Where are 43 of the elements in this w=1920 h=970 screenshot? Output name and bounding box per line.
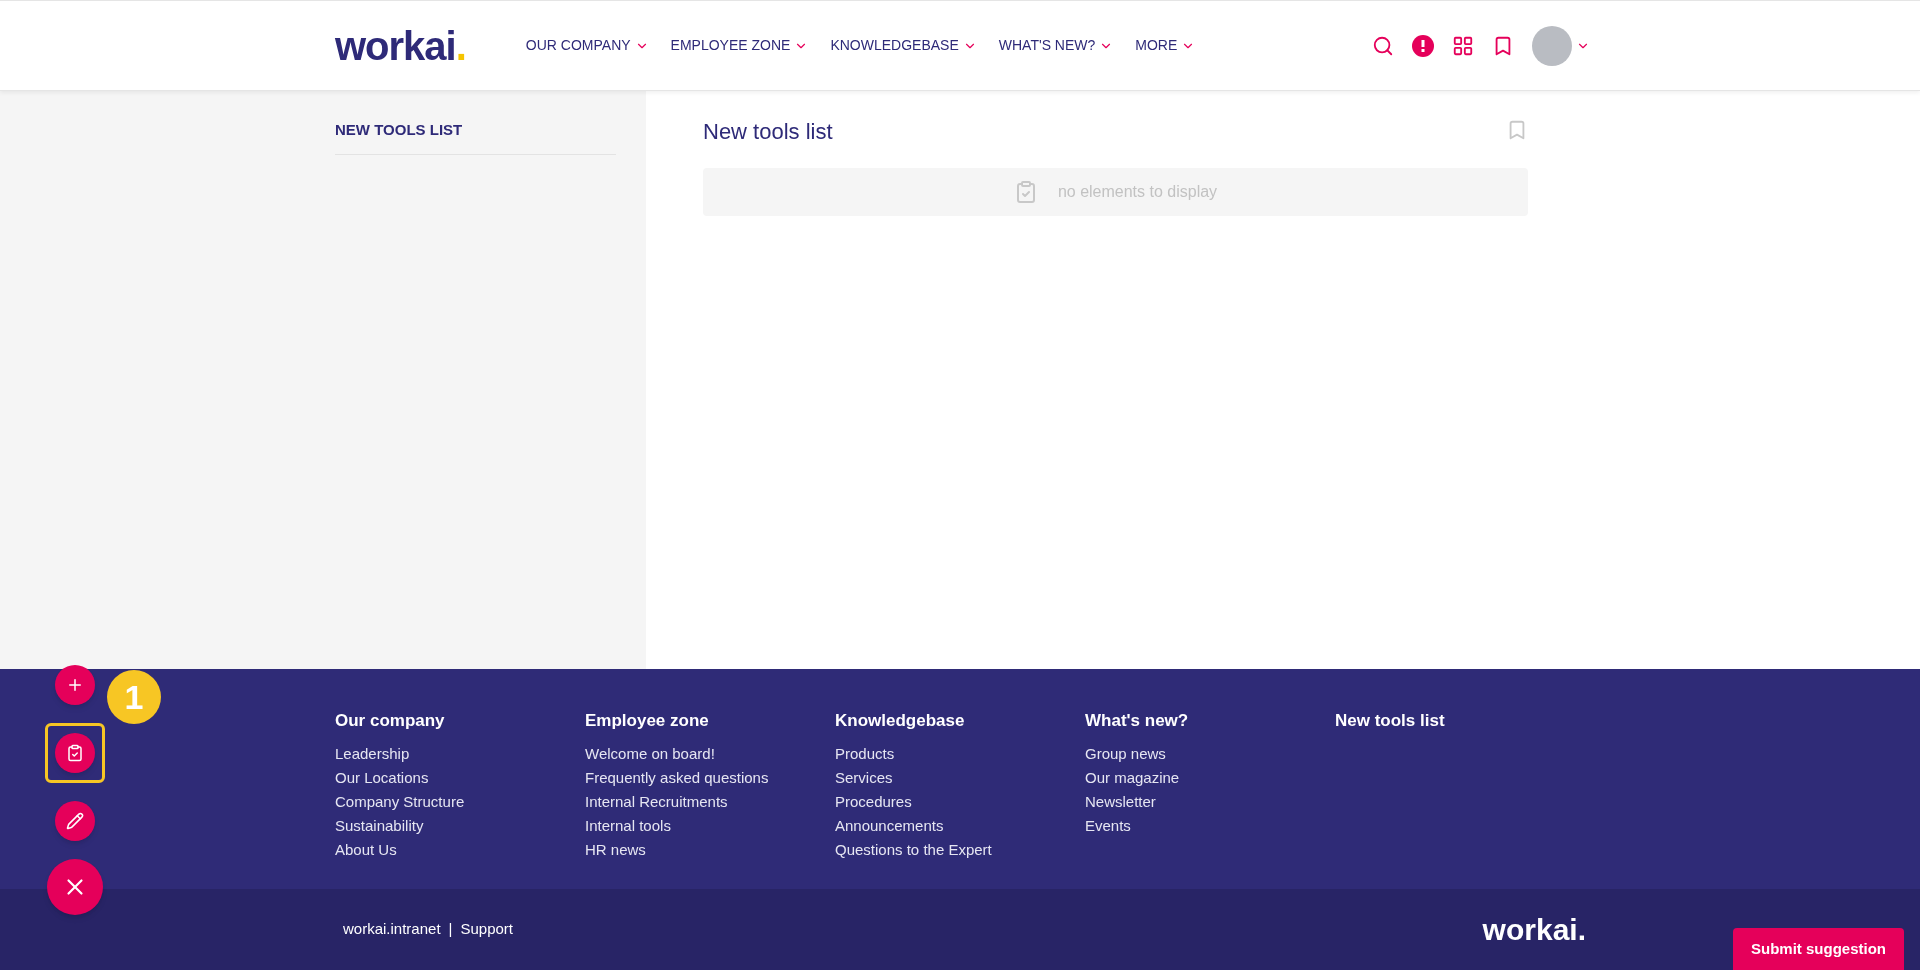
footer-link[interactable]: Questions to the Expert [835,837,1085,862]
footer-link[interactable]: Products [835,741,1085,766]
footer-logo: workai. [1482,914,1586,945]
nav-menu-item[interactable]: OUR COMPANY [525,35,649,56]
footer-link[interactable]: Leadership [335,741,585,766]
footer-heading: Knowledgebase [835,710,966,732]
footer-link[interactable]: About Us [335,837,585,862]
nav-menu-item[interactable]: EMPLOYEE ZONE [670,35,809,56]
footer-link[interactable]: Newsletter [1085,789,1335,814]
footer-link[interactable]: Group news [1085,741,1335,766]
footer-link[interactable]: Services [835,765,1085,790]
footer-link[interactable]: HR news [585,837,835,862]
alert-icon[interactable] [1412,34,1434,57]
plus-icon [66,676,84,694]
footer-link[interactable]: Events [1085,813,1335,838]
page-title: New tools list [703,118,833,146]
footer-heading: Employee zone [585,710,710,732]
footer-link[interactable]: Our Locations [335,765,585,790]
separator: | [448,919,453,940]
footer-link[interactable]: Welcome on board! [585,741,835,766]
footer-heading: What's new? [1085,710,1190,732]
nav-menu-item[interactable]: WHAT'S NEW? [998,35,1114,56]
submit-suggestion-button[interactable]: Submit suggestion [1733,928,1904,970]
apps-grid-icon[interactable] [1452,34,1474,57]
clipboard-check-icon [66,744,84,762]
nav-menu-item[interactable]: MORE [1135,35,1196,56]
logo[interactable]: workai. [335,25,466,66]
search-icon[interactable] [1372,34,1394,57]
footer-link[interactable]: Internal tools [585,813,835,838]
footer-heading: Our company [335,710,446,732]
footer-link[interactable]: Company Structure [335,789,585,814]
footer-link[interactable]: Announcements [835,813,1085,838]
footer-link[interactable]: Internal Recruitments [585,789,835,814]
site-link[interactable]: workai.intranet [343,918,441,941]
nav-menu-item[interactable]: KNOWLEDGEBASE [830,35,977,56]
footer-link[interactable]: Sustainability [335,813,585,838]
footer-link[interactable]: Our magazine [1085,765,1335,790]
support-link[interactable]: Support [460,918,513,941]
sidebar-title[interactable]: NEW TOOLS LIST [335,119,616,155]
footer-heading: New tools list [1335,710,1446,732]
footer-link[interactable]: Frequently asked questions [585,765,835,790]
footer-link[interactable]: Procedures [835,789,1085,814]
pencil-icon [66,812,84,830]
